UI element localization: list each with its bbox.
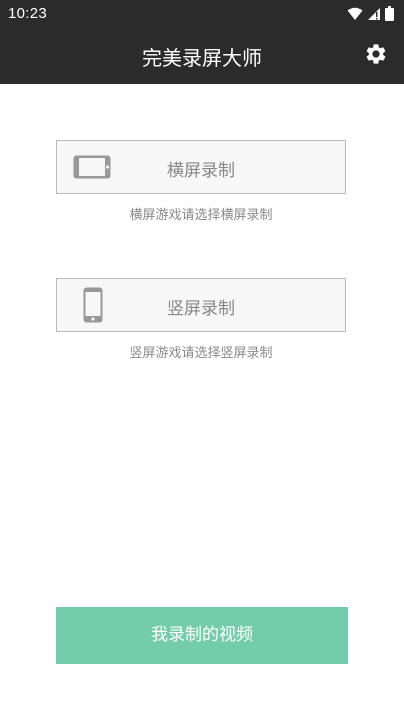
status-icons — [347, 6, 394, 25]
portrait-record-button[interactable]: 竖屏录制 — [56, 278, 346, 332]
landscape-record-label: 横屏录制 — [167, 161, 235, 181]
settings-button[interactable] — [362, 42, 390, 70]
battery-icon — [385, 6, 394, 25]
status-time: 10:23 — [8, 5, 48, 22]
portrait-record-label: 竖屏录制 — [167, 299, 235, 319]
signal-icon — [367, 6, 381, 25]
my-videos-button[interactable]: 我录制的视频 — [56, 607, 348, 664]
wifi-icon — [347, 6, 363, 25]
status-bar: 10:23 — [0, 0, 404, 28]
app-bar: 完美录屏大师 — [0, 28, 404, 84]
portrait-hint: 竖屏游戏请选择竖屏录制 — [129, 346, 273, 361]
landscape-hint: 横屏游戏请选择横屏录制 — [129, 208, 273, 223]
app-title: 完美录屏大师 — [142, 46, 262, 70]
landscape-record-button[interactable]: 横屏录制 — [56, 140, 346, 194]
gear-icon — [364, 42, 388, 70]
